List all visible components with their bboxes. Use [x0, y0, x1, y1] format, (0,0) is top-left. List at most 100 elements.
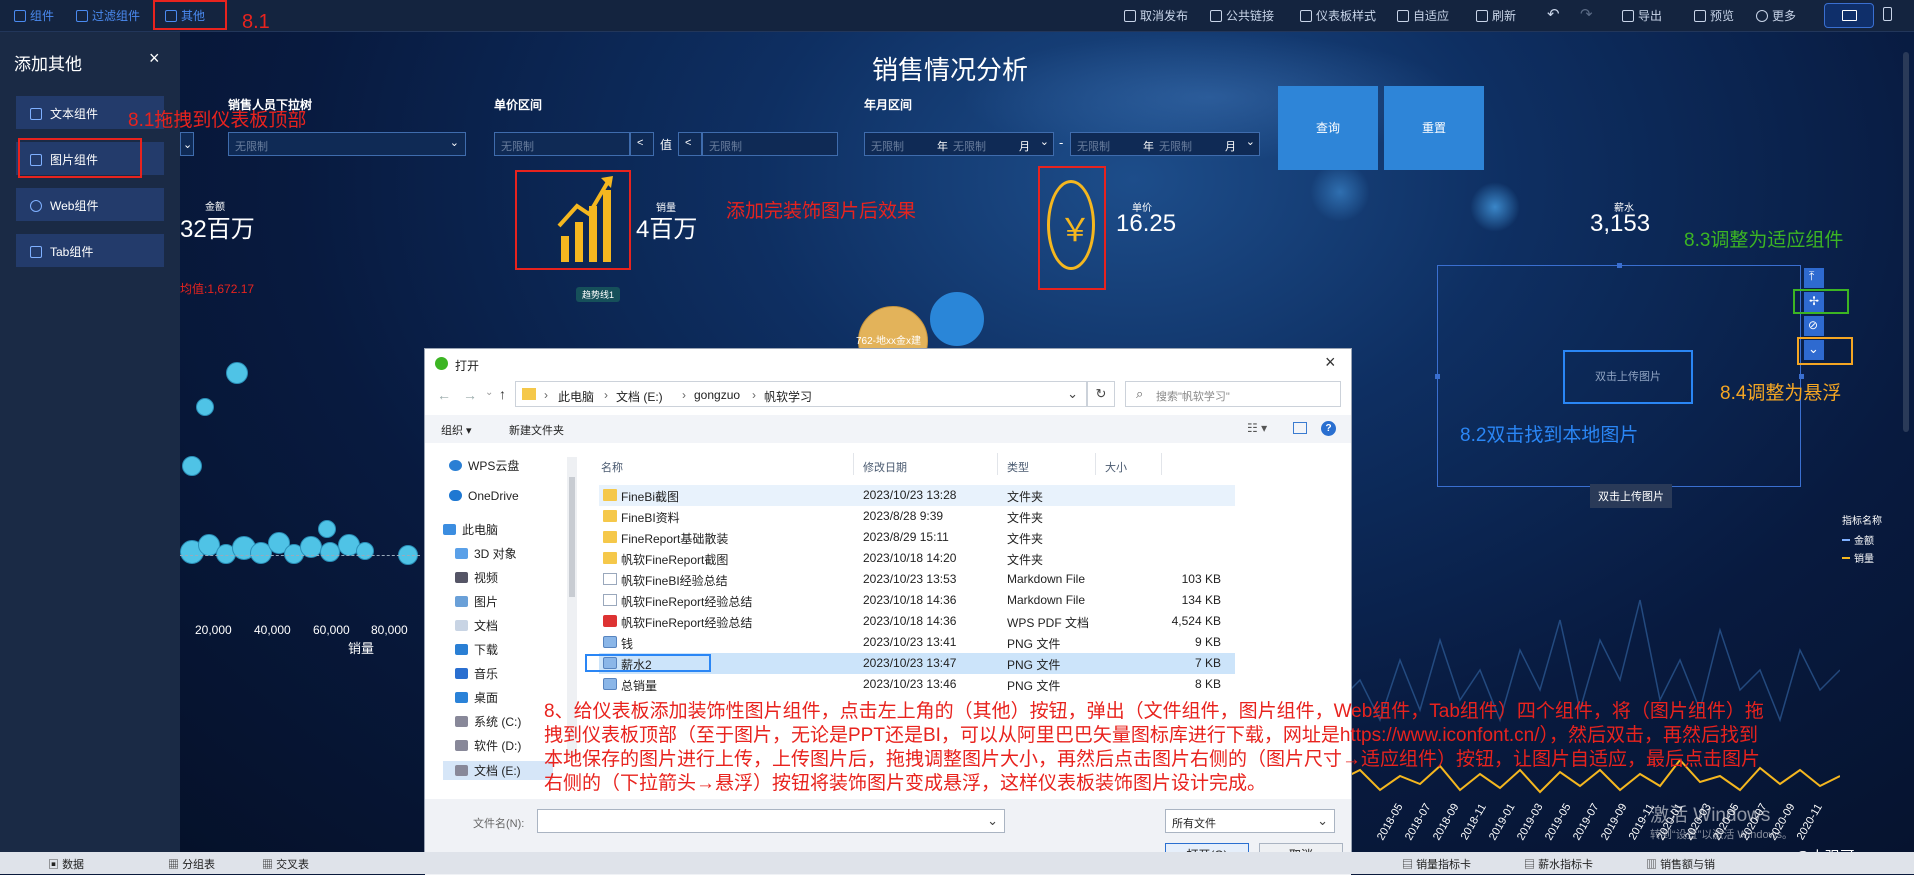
close-icon[interactable]: × [149, 48, 160, 69]
upload-icon[interactable]: ⤒ [1804, 268, 1824, 288]
price-value-label: 值 [660, 138, 673, 152]
unpublish-icon [1124, 10, 1136, 22]
date-end-picker[interactable]: 无限制年无限制月 ⌄ [1070, 132, 1260, 156]
refresh-icon [1476, 10, 1488, 22]
public-link-button[interactable]: 公共链接 [1210, 7, 1274, 24]
tree-item-d-drive[interactable]: 软件 (D:) [455, 737, 521, 754]
tree-item-3d[interactable]: 3D 对象 [455, 545, 517, 562]
tab-component-item[interactable]: Tab组件 [16, 234, 164, 267]
scatter-point [226, 362, 248, 384]
tab-sales-amount[interactable]: ▥ 销售额与销 [1646, 856, 1715, 872]
file-row[interactable]: 帆软FineReport经验总结 2023/10/18 14:36 WPS PDF … [599, 611, 1235, 632]
web-icon [30, 200, 42, 212]
filetype-select[interactable]: 所有文件 ⌄ [1165, 809, 1335, 833]
dashboard-style-button[interactable]: 仪表板样式 [1300, 7, 1376, 24]
file-row[interactable]: 钱 2023/10/23 13:41 PNG 文件 9 KB [599, 632, 1235, 653]
query-button[interactable]: 查询 [1278, 86, 1378, 170]
component-button[interactable]: 组件 [14, 7, 54, 24]
price-min-input[interactable]: 无限制 [494, 132, 630, 156]
file-row[interactable]: 帆软FineBI经验总结 2023/10/23 13:53 Markdown Fil… [599, 569, 1235, 590]
folder-icon [522, 388, 536, 400]
tab-salary-kpi[interactable]: ▤ 薪水指标卡 [1524, 856, 1593, 872]
file-row[interactable]: FineBi截图 2023/10/23 13:28 文件夹 [599, 485, 1235, 506]
forward-icon[interactable]: → [463, 387, 477, 403]
tree-item-wps[interactable]: WPS云盘 [449, 457, 519, 474]
filename-input[interactable]: ⌄ [537, 809, 1005, 833]
view-options-icon[interactable]: ☷ ▾ [1247, 421, 1267, 435]
tab-cross-table[interactable]: ▦ 交叉表 [262, 856, 309, 872]
file-row[interactable]: FineReport基础散装 2023/8/29 15:11 文件夹 [599, 527, 1235, 548]
back-icon[interactable]: ← [437, 387, 451, 403]
link-icon[interactable]: ⊘ [1804, 316, 1824, 336]
close-icon[interactable]: × [1325, 352, 1336, 373]
file-row[interactable]: 总销量 2023/10/23 13:46 PNG 文件 8 KB [599, 674, 1235, 695]
date-start-picker[interactable]: 无限制年无限制月 ⌄ [864, 132, 1054, 156]
more-button[interactable]: 更多 [1756, 7, 1796, 24]
tab-group-table[interactable]: ▦ 分组表 [168, 856, 215, 872]
filter-component-button[interactable]: 过滤组件 [76, 7, 140, 24]
reset-button[interactable]: 重置 [1384, 86, 1484, 170]
tab-sales-kpi[interactable]: ▤ 销量指标卡 [1402, 856, 1471, 872]
partial-dropdown[interactable]: ⌄ [180, 132, 194, 156]
less-than-selector[interactable]: < [630, 132, 654, 156]
mobile-icon[interactable] [1883, 7, 1892, 21]
tree-item-e-drive[interactable]: 文档 (E:) [443, 761, 553, 780]
salesperson-dropdown[interactable]: 无限制 ⌄ [228, 132, 466, 156]
export-icon [1622, 10, 1634, 22]
tree-item-onedrive[interactable]: OneDrive [449, 489, 519, 503]
chevron-down-icon: ⌄ [1039, 136, 1049, 148]
top-toolbar: 组件 过滤组件 其他 8.1 取消发布 公共链接 仪表板样式 自适应 刷新 ↶ … [0, 0, 1914, 33]
image-upload-placeholder[interactable]: 双击上传图片 [1563, 350, 1693, 404]
new-folder-button[interactable]: 新建文件夹 [509, 422, 564, 438]
refresh-button[interactable]: 刷新 [1476, 7, 1516, 24]
organize-menu[interactable]: 组织 ▾ [441, 422, 472, 438]
filter-icon [76, 10, 88, 22]
help-icon[interactable]: ? [1321, 421, 1336, 436]
file-row[interactable]: FineBI资料 2023/8/28 9:39 文件夹 [599, 506, 1235, 527]
date-range-dash: - [1059, 135, 1064, 150]
tree-item-c-drive[interactable]: 系统 (C:) [455, 713, 521, 730]
style-icon [1300, 10, 1312, 22]
web-component-item[interactable]: Web组件 [16, 188, 164, 221]
column-type[interactable]: 类型 [1007, 459, 1029, 475]
text-icon [30, 108, 42, 120]
kpi-amount-value: 32百万 [180, 216, 255, 243]
up-icon[interactable]: ↑ [499, 386, 506, 402]
refresh-icon[interactable]: ↻ [1087, 381, 1115, 407]
preview-button[interactable]: 预览 [1694, 7, 1734, 24]
file-row[interactable]: 帆软FineReport截图 2023/10/18 14:20 文件夹 [599, 548, 1235, 569]
bottom-tab-bar: ▣ 数据 ▦ 分组表 ▦ 交叉表 ▤ 销量指标卡 ▤ 薪水指标卡 ▥ 销售额与销 [0, 852, 1914, 874]
address-bar[interactable]: › 此电脑 › 文档 (E:) › gongzuo › 帆软学习 ⌄ [515, 381, 1087, 407]
tree-item-video[interactable]: 视频 [455, 569, 498, 586]
search-icon: ⌕ [1136, 386, 1144, 401]
trend-line-tag: 趋势线1 [576, 287, 621, 302]
filename-label: 文件名(N): [473, 818, 525, 830]
tree-item-this-pc[interactable]: 此电脑 [443, 521, 498, 538]
tab-icon [30, 246, 42, 258]
tab-data[interactable]: ▣ 数据 [48, 856, 84, 872]
tree-item-desktop[interactable]: 桌面 [455, 689, 498, 706]
preview-pane-icon[interactable] [1293, 422, 1307, 434]
date-filter-label: 年月区间 [864, 98, 913, 112]
auto-fit-button[interactable]: 自适应 [1397, 7, 1449, 24]
tree-item-music[interactable]: 音乐 [455, 665, 498, 682]
redo-icon[interactable]: ↷ [1580, 5, 1593, 23]
export-button[interactable]: 导出 [1622, 7, 1662, 24]
recent-dropdown-icon[interactable]: ⌄ [485, 387, 493, 398]
legend-title: 指标名称 [1842, 516, 1882, 527]
column-name[interactable]: 名称 [601, 459, 623, 475]
search-box[interactable]: ⌕ 搜索"帆软学习" [1125, 381, 1341, 407]
canvas-scrollbar[interactable] [1903, 52, 1909, 432]
less-than-selector-2[interactable]: < [678, 132, 702, 156]
file-row[interactable]: 帆软FineReport经验总结 2023/10/18 14:36 Markdown… [599, 590, 1235, 611]
unpublish-button[interactable]: 取消发布 [1124, 7, 1188, 24]
tree-item-documents[interactable]: 文档 [455, 617, 498, 634]
tree-item-downloads[interactable]: 下载 [455, 641, 498, 658]
column-date[interactable]: 修改日期 [863, 459, 907, 475]
column-size[interactable]: 大小 [1105, 459, 1127, 475]
undo-icon[interactable]: ↶ [1547, 5, 1560, 23]
price-max-input[interactable]: 无限制 [702, 132, 838, 156]
annotation-8-4: 8.4调整为悬浮 [1720, 383, 1842, 404]
pc-view-toggle[interactable] [1824, 3, 1874, 28]
tree-item-pictures[interactable]: 图片 [455, 593, 498, 610]
